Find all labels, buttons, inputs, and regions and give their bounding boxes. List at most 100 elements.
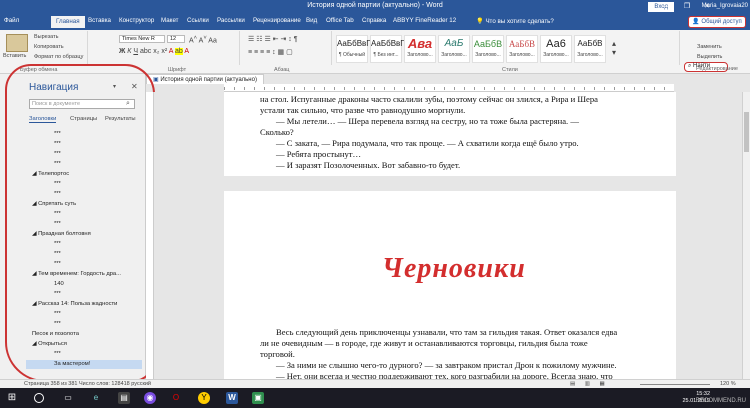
- style-heading-5[interactable]: Аа6 Заголово...: [540, 35, 572, 63]
- text-line: Сколько?: [260, 127, 294, 137]
- explorer-icon[interactable]: ▤: [118, 392, 130, 404]
- nav-heading-item[interactable]: ***: [26, 250, 142, 259]
- word-icon[interactable]: W: [226, 392, 238, 404]
- nav-heading-item[interactable]: ◢ Открыться: [26, 340, 142, 349]
- nav-heading-item[interactable]: ***: [26, 290, 142, 299]
- tab-file[interactable]: Файл: [4, 17, 19, 24]
- select-button[interactable]: Выделить: [697, 54, 722, 60]
- font-format-icons[interactable]: Ж К Ч abc x₂ x² A ab A: [119, 48, 189, 55]
- status-info[interactable]: Страница 358 из 381 Число слов: 128418 р…: [24, 380, 151, 388]
- nav-heading-item[interactable]: ◢ Праздная болтовня: [26, 230, 142, 239]
- nav-heading-item[interactable]: 140: [26, 280, 142, 289]
- tab-insert[interactable]: Вставка: [88, 17, 111, 24]
- nav-heading-item[interactable]: ***: [26, 190, 142, 199]
- tab-home[interactable]: Главная: [51, 16, 85, 28]
- nav-heading-item[interactable]: ***: [26, 260, 142, 269]
- document-tab[interactable]: ▣ История одной партии (актуально): [146, 74, 264, 84]
- tab-design[interactable]: Конструктор: [119, 17, 154, 24]
- paste-icon[interactable]: [6, 34, 28, 52]
- close-icon[interactable]: ✕: [131, 82, 138, 91]
- style-heading-4[interactable]: АаБбВ Заголово...: [506, 35, 538, 63]
- grow-font-icon[interactable]: A˄ A˅ Aa: [189, 35, 217, 44]
- tell-me-search[interactable]: 💡 Что вы хотите сделать?: [476, 17, 554, 25]
- ruler-tick: [324, 87, 325, 90]
- tab-abbyy-finereader[interactable]: ABBYY FineReader 12: [393, 17, 456, 24]
- ruler-tick: [464, 87, 465, 90]
- style-heading-2[interactable]: АаБ Заголово...: [438, 35, 470, 63]
- tab-office-tab[interactable]: Office Tab: [326, 17, 354, 24]
- ruler-tick: [524, 87, 525, 90]
- ruler-tick: [304, 87, 305, 90]
- tab-help[interactable]: Справка: [362, 17, 386, 24]
- edge-icon[interactable]: e: [90, 392, 102, 404]
- view-mode-icons[interactable]: ▤ ▥ ▦: [570, 380, 609, 388]
- text-line: устали так сильно, что разве что равноду…: [260, 105, 466, 115]
- nav-heading-item[interactable]: ***: [26, 240, 142, 249]
- search-icon[interactable]: ⌕: [126, 100, 130, 108]
- paste-button[interactable]: Вставить: [3, 53, 26, 59]
- nav-tab-results[interactable]: Результаты: [105, 116, 136, 122]
- scroll-thumb[interactable]: [744, 112, 749, 152]
- style-no-spacing[interactable]: АаБбВвГ ¶ Без инт...: [370, 35, 405, 63]
- tab-references[interactable]: Ссылки: [187, 17, 209, 24]
- font-name-select[interactable]: Times New R: [119, 35, 165, 43]
- app-icon-green[interactable]: ▣: [252, 392, 264, 404]
- style-sample: АаБбВвГ: [337, 39, 371, 48]
- opera-icon[interactable]: O: [170, 392, 182, 404]
- nav-heading-item[interactable]: ***: [26, 180, 142, 189]
- style-heading-3[interactable]: АаБбВ Заголово...: [472, 35, 504, 63]
- nav-search-input[interactable]: Поиск в документе: [29, 99, 135, 109]
- nav-heading-item[interactable]: ***: [26, 320, 142, 329]
- window-title: История одной партии (актуально) - Word: [307, 2, 443, 9]
- format-painter-button[interactable]: Формат по образцу: [34, 54, 83, 60]
- nav-heading-item[interactable]: ◢ Рассказ 14: Польза жадности: [26, 300, 142, 309]
- nav-heading-item[interactable]: ***: [26, 130, 142, 139]
- yandex-icon[interactable]: Y: [198, 392, 210, 404]
- nav-heading-item[interactable]: ◢ Спрятать суть: [26, 200, 142, 209]
- nav-heading-item[interactable]: Песок и позолота: [26, 330, 142, 339]
- nav-tab-headings[interactable]: Заголовки: [29, 116, 57, 123]
- replace-button[interactable]: Заменить: [697, 44, 722, 50]
- style-heading-6[interactable]: АаБбВ Заголово...: [574, 35, 606, 63]
- tab-layout[interactable]: Макет: [161, 17, 179, 24]
- font-size-select[interactable]: 12: [167, 35, 185, 43]
- window-controls[interactable]: — ❐ ✕: [663, 2, 716, 10]
- nav-heading-item[interactable]: ***: [26, 220, 142, 229]
- style-normal[interactable]: АаБбВвГ ¶ Обычный: [336, 35, 371, 63]
- zoom-level[interactable]: 120 %: [720, 380, 736, 388]
- nav-title: Навигация: [29, 82, 79, 93]
- copy-button[interactable]: Копировать: [34, 44, 64, 50]
- ruler-tick: [634, 87, 635, 90]
- search-icon[interactable]: [34, 393, 44, 403]
- nav-heading-item[interactable]: ◢ Тем временем: Гордость дра...: [26, 270, 142, 279]
- nav-heading-item[interactable]: ***: [26, 310, 142, 319]
- tab-review[interactable]: Рецензирование: [253, 17, 301, 24]
- tab-view[interactable]: Вид: [306, 17, 317, 24]
- nav-heading-item[interactable]: ***: [26, 160, 142, 169]
- align-icons[interactable]: ≡ ≡ ≡ ≡ ↕ ▦ ▢: [248, 48, 293, 56]
- ruler-tick: [294, 87, 295, 90]
- windows-start-icon[interactable]: ⊞: [6, 392, 18, 404]
- style-heading-1[interactable]: Ава Заголово...: [404, 35, 436, 63]
- nav-heading-item[interactable]: ***: [26, 150, 142, 159]
- nav-heading-item[interactable]: ◢ Телепортос: [26, 170, 142, 179]
- zoom-slider[interactable]: [640, 384, 710, 385]
- share-button[interactable]: 👤 Общий доступ: [688, 16, 746, 28]
- chevron-down-icon[interactable]: ▾: [113, 83, 116, 90]
- cut-button[interactable]: Вырезать: [34, 34, 58, 40]
- style-name: Заголово...: [543, 52, 569, 58]
- styles-scroll-icon[interactable]: ▴ ▾: [612, 39, 616, 57]
- ruler-tick: [474, 87, 475, 90]
- nav-heading-item[interactable]: За мастером!: [26, 360, 142, 369]
- nav-heading-item[interactable]: ***: [26, 350, 142, 359]
- app-icon[interactable]: ◉: [144, 392, 156, 404]
- task-view-icon[interactable]: ▭: [62, 392, 74, 404]
- nav-heading-item[interactable]: ***: [26, 140, 142, 149]
- list-icons[interactable]: ☰ ☷ ☰ ⇤ ⇥ ↕ ¶: [248, 35, 298, 43]
- ruler-tick: [554, 87, 555, 90]
- vertical-ruler: [146, 92, 154, 379]
- nav-heading-item[interactable]: ***: [26, 210, 142, 219]
- tab-mailings[interactable]: Рассылки: [217, 17, 245, 24]
- nav-tab-pages[interactable]: Страницы: [70, 116, 97, 122]
- vertical-scrollbar[interactable]: [742, 92, 750, 379]
